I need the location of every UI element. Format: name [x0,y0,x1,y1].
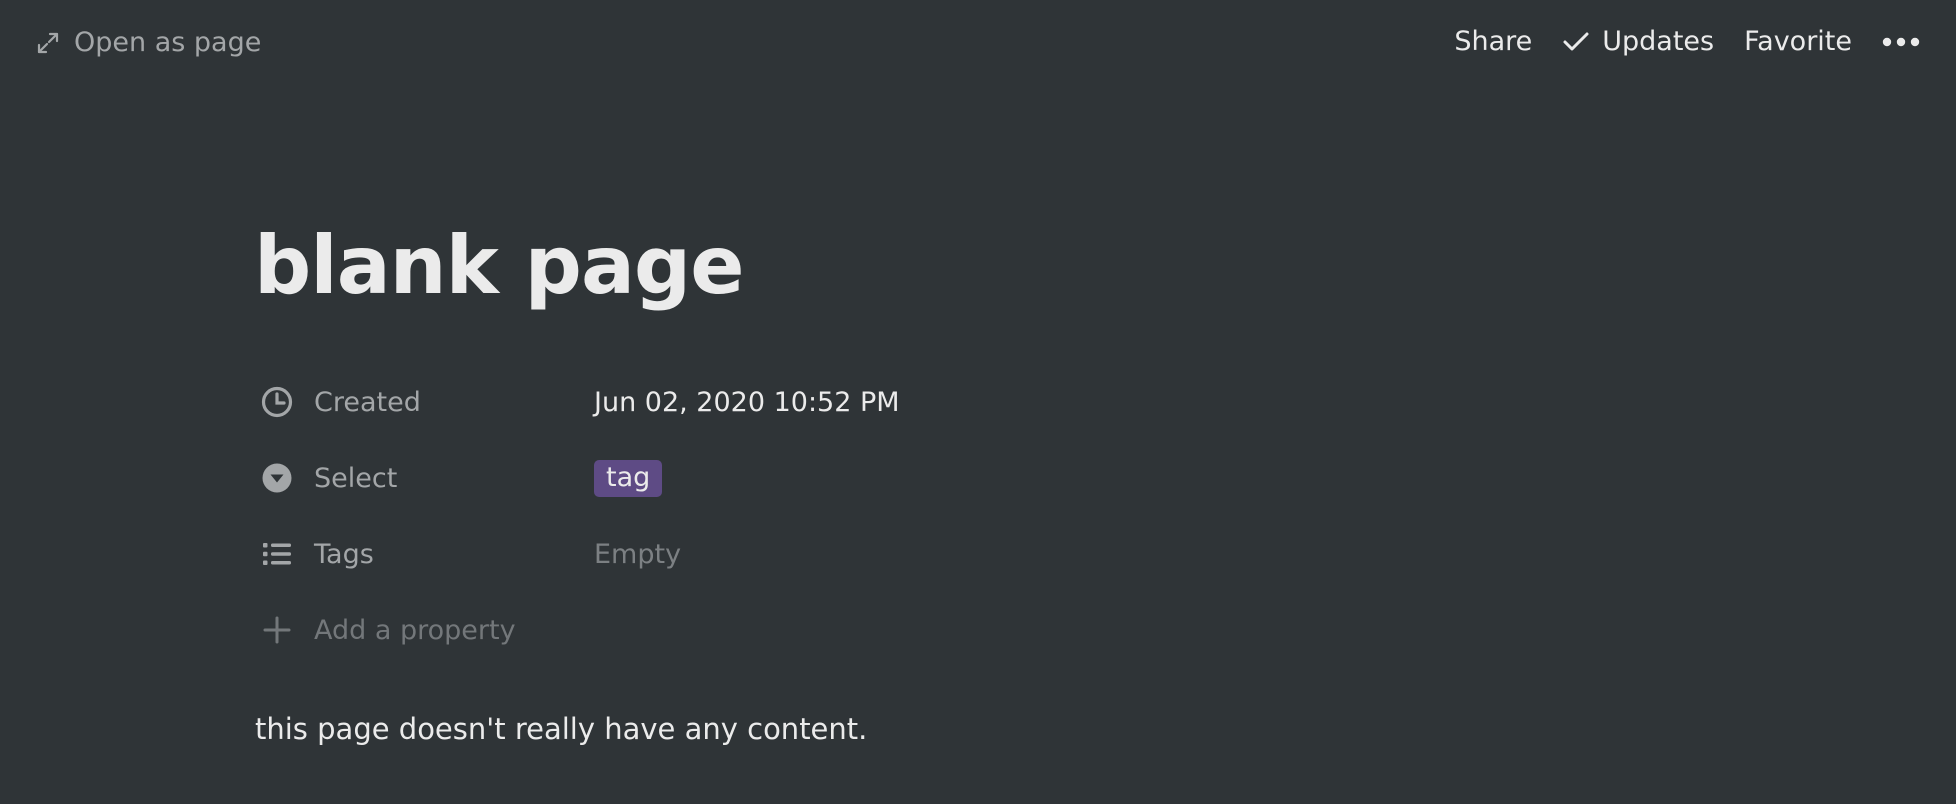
checkmark-icon [1562,30,1590,54]
tags-value-empty[interactable]: Empty [594,539,681,570]
page-actions: Share Updates Favorite [1454,26,1920,57]
more-options-button[interactable] [1882,36,1920,48]
property-tags: Tags Empty [260,516,1160,592]
property-created: Created Jun 02, 2020 10:52 PM [260,364,1160,440]
select-value[interactable]: tag [594,459,663,497]
open-as-page-button[interactable]: Open as page [36,27,261,58]
property-label: Tags [314,538,374,570]
add-property-label: Add a property [314,614,516,646]
properties-panel: Created Jun 02, 2020 10:52 PM Select tag [260,364,1160,668]
favorite-label: Favorite [1744,26,1852,57]
property-name-select[interactable]: Select [260,461,594,495]
property-name-tags[interactable]: Tags [260,537,594,571]
favorite-button[interactable]: Favorite [1744,26,1852,57]
updates-label: Updates [1602,26,1715,57]
more-horizontal-icon [1882,36,1920,48]
share-button[interactable]: Share [1454,26,1532,57]
created-value[interactable]: Jun 02, 2020 10:52 PM [594,387,900,418]
add-property-button[interactable]: Add a property [260,613,594,647]
updates-button[interactable]: Updates [1562,26,1714,57]
property-select: Select tag [260,440,1160,516]
page-body-text[interactable]: this page doesn't really have any conten… [255,712,867,746]
open-as-page-label: Open as page [74,27,262,58]
property-label: Select [314,462,398,494]
plus-icon [260,613,294,647]
list-icon [260,537,294,571]
property-label: Created [314,386,421,418]
top-bar: Open as page Share Updates Favorite [0,0,1956,94]
expand-icon [36,31,60,55]
page-title[interactable]: blank page [254,226,744,306]
add-property-row: Add a property [260,592,1160,668]
share-label: Share [1454,26,1533,57]
property-name-created[interactable]: Created [260,385,594,419]
select-icon [260,461,294,495]
tag-chip[interactable]: tag [594,459,663,497]
clock-icon [260,385,294,419]
